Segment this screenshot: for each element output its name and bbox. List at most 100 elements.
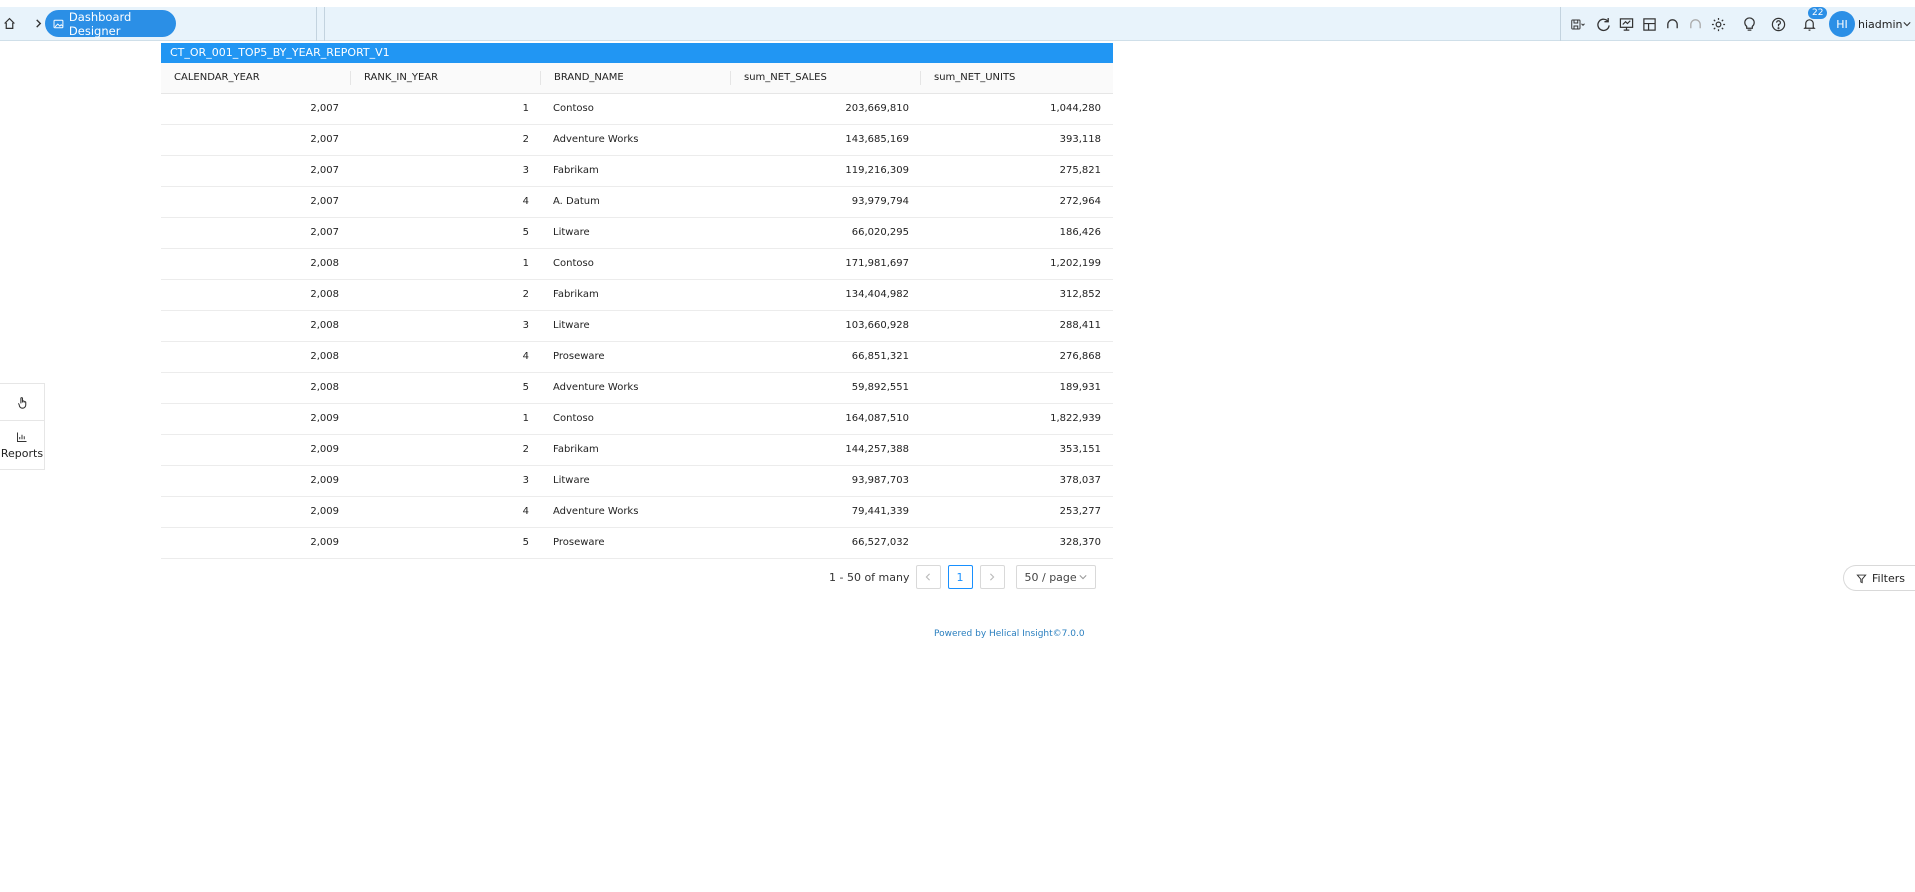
table-cell: 288,411 (921, 310, 1113, 342)
table-cell: Contoso (541, 403, 731, 435)
help-icon[interactable] (1767, 13, 1789, 35)
report-table: CALENDAR_YEAR RANK_IN_YEAR BRAND_NAME sum_N… (161, 63, 1113, 559)
hand-pointer-icon[interactable] (0, 384, 44, 421)
table-row: 2,008 3 Litware 103,660,928 288,411 (161, 310, 1113, 342)
table-cell: 66,851,321 (731, 341, 921, 373)
table-cell: 2,007 (161, 186, 351, 218)
table-row: 2,007 3 Fabrikam 119,216,309 275,821 (161, 155, 1113, 187)
table-cell: 272,964 (921, 186, 1113, 218)
home-icon[interactable] (0, 9, 18, 38)
table-cell: 4 (351, 186, 541, 218)
column-header[interactable]: RANK_IN_YEAR (351, 63, 541, 94)
save-dropdown-icon[interactable] (1565, 13, 1591, 35)
table-row: 2,009 2 Fabrikam 144,257,388 353,151 (161, 434, 1113, 466)
column-header[interactable]: BRAND_NAME (541, 63, 731, 94)
table-row: 2,007 4 A. Datum 93,979,794 272,964 (161, 186, 1113, 218)
undo-icon[interactable] (1661, 13, 1683, 35)
chevron-right-icon (990, 573, 995, 581)
bell-icon[interactable]: 22 (1798, 7, 1828, 35)
table-cell: 66,020,295 (731, 217, 921, 249)
table-cell: 186,426 (921, 217, 1113, 249)
table-cell: 2 (351, 434, 541, 466)
table-cell: 253,277 (921, 496, 1113, 528)
table-cell: 164,087,510 (731, 403, 921, 435)
table-cell: 2,007 (161, 124, 351, 156)
table-cell: 1 (351, 93, 541, 125)
table-cell: Contoso (541, 248, 731, 280)
column-header[interactable]: sum_NET_UNITS (921, 63, 1113, 94)
lightbulb-icon[interactable] (1738, 13, 1760, 35)
table-cell: 1 (351, 403, 541, 435)
table-cell: 378,037 (921, 465, 1113, 497)
table-cell: 189,931 (921, 372, 1113, 404)
table-cell: 2,009 (161, 465, 351, 497)
table-cell: 276,868 (921, 341, 1113, 373)
pagination-range: 1 - 50 of many (829, 570, 910, 584)
report-panel: CT_OR_001_TOP5_BY_YEAR_REPORT_V1 CALENDA… (161, 43, 1113, 559)
table-cell: 66,527,032 (731, 527, 921, 559)
table-cell: 79,441,339 (731, 496, 921, 528)
notification-badge: 22 (1808, 7, 1828, 19)
column-header[interactable]: sum_NET_SALES (731, 63, 921, 94)
table-cell: 2,008 (161, 372, 351, 404)
table-cell: Adventure Works (541, 124, 731, 156)
gear-icon[interactable] (1707, 13, 1729, 35)
powered-by-footer[interactable]: Powered by Helical Insight©7.0.0 (934, 629, 1085, 639)
filter-icon (1856, 574, 1867, 583)
left-sidebar: Reports (0, 383, 45, 470)
table-cell: 2 (351, 279, 541, 311)
page-size-select[interactable]: 50 / page (1015, 565, 1096, 589)
table-cell: 2,009 (161, 496, 351, 528)
divider (324, 7, 325, 41)
redo-icon[interactable] (1684, 13, 1706, 35)
table-body: 2,007 1 Contoso 203,669,810 1,044,280 2,007 2 A… (161, 93, 1113, 559)
table-cell: 5 (351, 372, 541, 404)
username-menu[interactable]: hiadmin (1858, 18, 1903, 31)
table-row: 2,008 5 Adventure Works 59,892,551 189,931 (161, 372, 1113, 404)
table-cell: 2,009 (161, 403, 351, 435)
filters-label: Filters (1872, 571, 1905, 585)
filters-button[interactable]: Filters (1843, 565, 1915, 591)
toolbar-icons: 22 HI hiadmin (1565, 7, 1911, 41)
table-cell: 93,979,794 (731, 186, 921, 218)
chart-icon (17, 432, 27, 442)
table-cell: Litware (541, 217, 731, 249)
table-cell: 1,202,199 (921, 248, 1113, 280)
table-cell: 2,007 (161, 217, 351, 249)
top-toolbar: Dashboard Designer 22 HI hiadmin (0, 7, 1915, 41)
app-title: Dashboard Designer (68, 9, 132, 38)
divider (316, 7, 317, 41)
page-size-value: 50 / page (1024, 570, 1077, 584)
table-cell: 2,009 (161, 527, 351, 559)
table-cell: 3 (351, 155, 541, 187)
table-cell: 2,008 (161, 248, 351, 280)
table-cell: Contoso (541, 93, 731, 125)
avatar[interactable]: HI (1829, 11, 1855, 37)
presentation-icon[interactable] (1615, 13, 1637, 35)
sidebar-item-reports[interactable]: Reports (0, 421, 44, 470)
table-header-row: CALENDAR_YEAR RANK_IN_YEAR BRAND_NAME sum_N… (161, 63, 1113, 94)
table-cell: Fabrikam (541, 279, 731, 311)
table-cell: 2,008 (161, 279, 351, 311)
chevron-down-icon[interactable] (1902, 20, 1911, 28)
chevron-down-icon (1078, 575, 1087, 580)
layout-icon[interactable] (1638, 13, 1660, 35)
refresh-icon[interactable] (1592, 13, 1614, 35)
report-title: CT_OR_001_TOP5_BY_YEAR_REPORT_V1 (161, 43, 1113, 63)
breadcrumb-dashboard-designer[interactable]: Dashboard Designer (45, 9, 176, 38)
table-cell: 4 (351, 496, 541, 528)
chevron-left-icon (925, 573, 930, 581)
table-cell: 144,257,388 (731, 434, 921, 466)
table-row: 2,007 5 Litware 66,020,295 186,426 (161, 217, 1113, 249)
table-cell: Litware (541, 465, 731, 497)
table-cell: 2,007 (161, 155, 351, 187)
table-cell: 5 (351, 217, 541, 249)
prev-page-button[interactable] (915, 565, 941, 589)
table-cell: 134,404,982 (731, 279, 921, 311)
page-button-current[interactable]: 1 (947, 565, 973, 589)
table-cell: 2,008 (161, 310, 351, 342)
column-header[interactable]: CALENDAR_YEAR (161, 63, 351, 94)
table-cell: 312,852 (921, 279, 1113, 311)
next-page-button[interactable] (979, 565, 1005, 589)
table-cell: 103,660,928 (731, 310, 921, 342)
